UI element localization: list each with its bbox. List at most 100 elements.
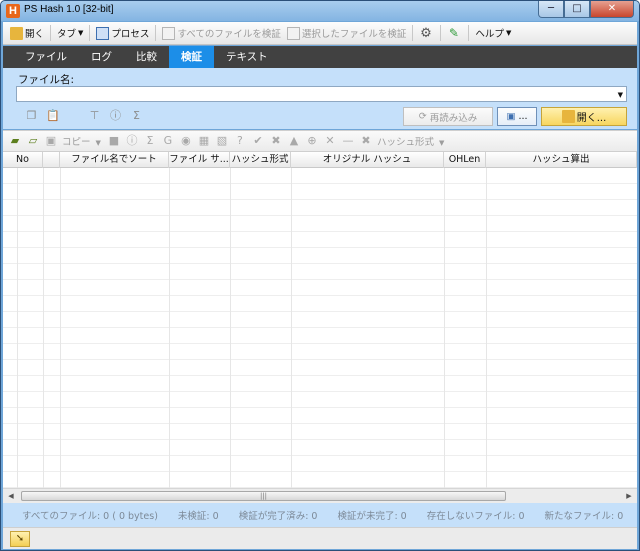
column-header-filesize[interactable]: ファイル サ...: [169, 152, 230, 168]
grid-rows[interactable]: [3, 168, 637, 488]
status-bar: すべてのファイル: 0 ( 0 bytes) 未検証: 0 検証が完了済み: 0…: [3, 503, 637, 527]
minimize-button[interactable]: ─: [538, 1, 564, 18]
check-icon[interactable]: ✔: [251, 134, 265, 148]
column-header-filename[interactable]: ファイル名でソート: [60, 152, 169, 168]
info-icon[interactable]: ⓘ: [125, 134, 139, 148]
process-label: プロセス: [111, 29, 150, 40]
toolbar-separator: [89, 25, 91, 41]
file-name-label: ファイル名:: [18, 74, 75, 86]
open-file-label: 開く...: [576, 113, 607, 124]
verify-all-label: すべてのファイルを検証: [177, 29, 281, 40]
plus-circle-icon[interactable]: ⊕: [305, 134, 319, 148]
help-menu-button[interactable]: ヘルプ ▼: [472, 24, 514, 43]
file-grid[interactable]: No ファイル名でソート ファイル サ... ハッシュ形式 オリジナル ハッシュ…: [3, 152, 637, 488]
title-bar[interactable]: H PS Hash 1.0 [32-bit] ─ □ ✕: [1, 1, 639, 21]
maximize-button[interactable]: □: [564, 1, 590, 18]
column-header-original-hash[interactable]: オリジナル ハッシュ: [291, 152, 444, 168]
minus-icon[interactable]: —: [341, 134, 355, 148]
open-menu-label: 開く: [25, 29, 45, 40]
toolbar-separator: [155, 25, 157, 41]
chevron-down-icon: ▼: [438, 139, 445, 147]
verify-selected-button[interactable]: 選択したファイルを検証: [284, 24, 410, 43]
refresh-icon: ⟳: [418, 111, 427, 122]
scrollbar-thumb[interactable]: |||: [21, 491, 506, 501]
pin-button[interactable]: ✎: [444, 24, 465, 43]
tree-icon[interactable]: ⊤: [88, 109, 101, 123]
scroll-right-icon[interactable]: ▶: [623, 491, 635, 502]
grid-toolbar: ▰ ▱ ▣ コピー ▼ ■ ⓘ Σ G ◉ ▦ ▧ ? ✔ ✖ ▲ ⊕ ✕ — …: [3, 130, 637, 152]
info-icon[interactable]: ⓘ: [109, 109, 122, 123]
main-toolbar: 開く タブ ▼ プロセス すべてのファイルを検証 選択したファイルを検証 ⚙ ✎: [3, 22, 637, 45]
question-icon[interactable]: ?: [233, 134, 247, 148]
chevron-down-icon: ▼: [95, 139, 101, 147]
virus-scan-icon[interactable]: ◉: [179, 134, 193, 148]
folder-icon[interactable]: ■: [107, 134, 121, 148]
add-folder-icon[interactable]: ▰: [8, 134, 22, 148]
folder-open-icon: [561, 110, 575, 123]
process-button[interactable]: プロセス: [93, 24, 152, 43]
column-header-hash-type[interactable]: ハッシュ形式: [230, 152, 291, 168]
open-file-button[interactable]: 開く...: [541, 107, 627, 126]
select-all-icon[interactable]: ▦: [197, 134, 211, 148]
save-icon[interactable]: ▣: [44, 134, 58, 148]
copy-icon[interactable]: ❐: [25, 109, 38, 123]
arrow-icon[interactable]: ➘: [10, 531, 30, 547]
tab-log[interactable]: ログ: [79, 46, 124, 68]
verify-all-button[interactable]: すべてのファイルを検証: [159, 24, 283, 43]
browse-button[interactable]: ▣ ...: [497, 107, 537, 126]
grid-column-line: [444, 168, 445, 488]
status-incomplete: 検証が未完了: 0: [337, 511, 407, 522]
app-window: H PS Hash 1.0 [32-bit] ─ □ ✕ 開く タブ ▼ プロセ…: [0, 0, 640, 551]
grid-column-line: [486, 168, 487, 488]
tab-verify[interactable]: 検証: [169, 46, 214, 68]
copy-dropdown[interactable]: コピー ▼: [62, 134, 101, 148]
sigma-icon[interactable]: Σ: [130, 109, 143, 123]
status-new: 新たなファイル: 0: [544, 511, 624, 522]
tabs-menu-label: タブ: [57, 29, 77, 40]
reload-label: 再読み込み: [429, 112, 478, 124]
settings-button[interactable]: ⚙: [416, 24, 437, 43]
delete-icon[interactable]: ✖: [359, 134, 373, 148]
status-verified: 検証が完了済み: 0: [238, 511, 318, 522]
status-all-files: すべてのファイル: 0 ( 0 bytes): [22, 511, 158, 522]
window-title: PS Hash 1.0 [32-bit]: [24, 4, 114, 15]
close-button[interactable]: ✕: [590, 1, 634, 18]
toolbar-separator: [468, 25, 470, 41]
remove-icon[interactable]: ✕: [323, 134, 337, 148]
browse-label: ...: [518, 111, 528, 122]
grid-column-line: [60, 168, 61, 488]
select-none-icon[interactable]: ▧: [215, 134, 229, 148]
tab-file[interactable]: ファイル: [13, 46, 79, 68]
copy-label: コピー: [62, 137, 91, 148]
tabs-menu-button[interactable]: タブ ▼: [54, 24, 86, 43]
tab-bar: ファイル ログ 比較 検証 テキスト: [3, 46, 637, 68]
sigma-icon[interactable]: Σ: [143, 134, 157, 148]
help-menu-label: ヘルプ: [475, 29, 504, 40]
tab-text[interactable]: テキスト: [214, 46, 280, 68]
add-file-icon[interactable]: ▱: [26, 134, 40, 148]
grid-column-line: [291, 168, 292, 488]
column-header-no[interactable]: No: [3, 152, 43, 168]
open-menu-button[interactable]: 開く: [7, 24, 47, 43]
cross-circle-icon[interactable]: ✖: [269, 134, 283, 148]
grid-column-line: [43, 168, 44, 488]
google-icon[interactable]: G: [161, 134, 175, 148]
hash-type-label: ハッシュ形式: [376, 137, 434, 148]
file-name-combobox[interactable]: ▼: [16, 86, 627, 102]
edit-icon: ▣: [506, 111, 516, 122]
gear-icon: ⚙: [420, 25, 432, 41]
window-controls: ─ □ ✕: [538, 1, 634, 18]
horizontal-scrollbar[interactable]: ◀ ||| ▶: [3, 488, 637, 503]
column-header-status[interactable]: [43, 152, 60, 168]
scroll-left-icon[interactable]: ◀: [5, 491, 17, 502]
bottom-bar: ➘: [3, 527, 637, 549]
reload-button[interactable]: ⟳ 再読み込み: [403, 107, 493, 126]
warning-icon[interactable]: ▲: [287, 134, 301, 148]
paste-icon[interactable]: 📋: [46, 109, 60, 123]
tab-compare[interactable]: 比較: [124, 46, 169, 68]
chevron-down-icon[interactable]: ▼: [618, 91, 623, 99]
grid-column-line: [169, 168, 170, 488]
hash-type-dropdown[interactable]: ハッシュ形式 ▼: [377, 134, 444, 148]
column-header-ohlen[interactable]: OHLen: [444, 152, 486, 168]
column-header-calculated-hash[interactable]: ハッシュ算出: [486, 152, 637, 168]
